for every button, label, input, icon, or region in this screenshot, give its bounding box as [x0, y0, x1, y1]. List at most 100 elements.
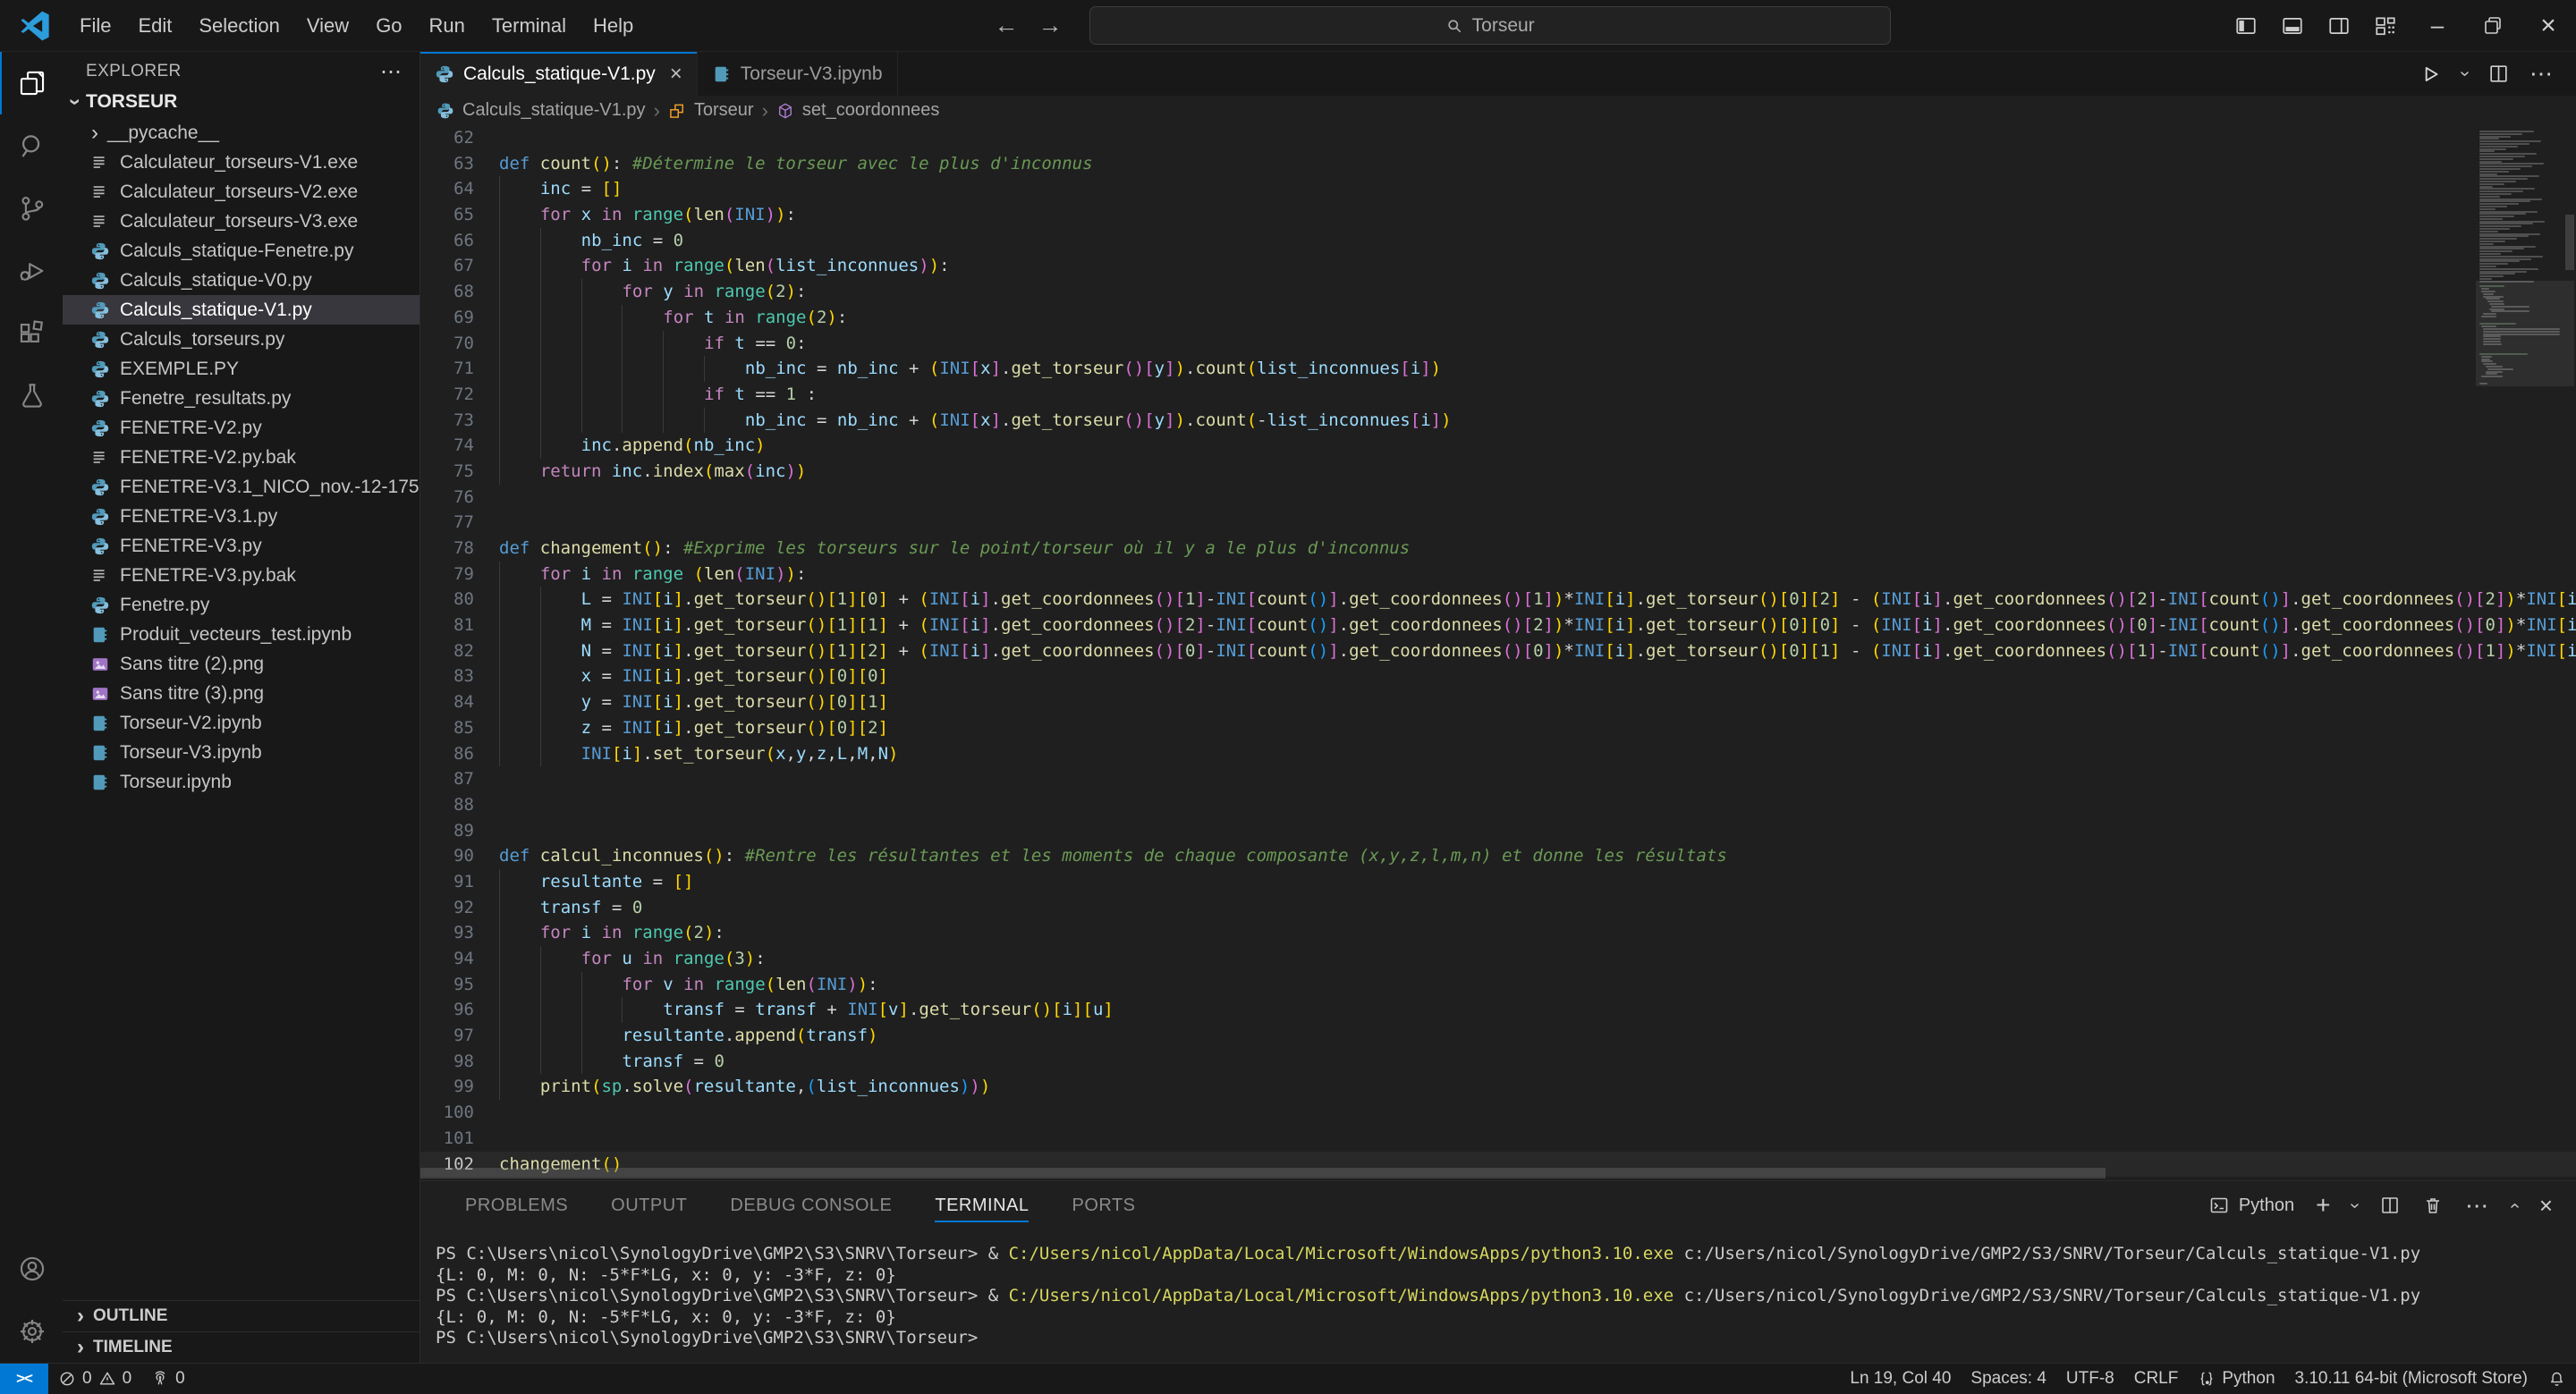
terminal-output[interactable]: PS C:\Users\nicol\SynologyDrive\GMP2\S3\…: [420, 1229, 2576, 1363]
code-line[interactable]: 89: [420, 818, 2576, 844]
menu-help[interactable]: Help: [580, 9, 647, 43]
file-item[interactable]: Calculateur_torseurs-V3.exe: [63, 207, 419, 236]
menu-selection[interactable]: Selection: [185, 9, 293, 43]
code-line[interactable]: 93 for i in range(2):: [420, 920, 2576, 946]
code-line[interactable]: 72 if t == 1 :: [420, 382, 2576, 408]
encoding[interactable]: UTF-8: [2056, 1364, 2124, 1394]
problems-status[interactable]: 0 0: [48, 1364, 141, 1394]
remote-indicator[interactable]: ><: [0, 1364, 48, 1394]
toggle-secondary-sidebar-icon[interactable]: [2327, 14, 2351, 38]
activity-accounts-icon[interactable]: [0, 1238, 63, 1300]
code-line[interactable]: 82 N = INI[i].get_torseur()[1][2] + (INI…: [420, 638, 2576, 664]
file-item[interactable]: Torseur-V3.ipynb: [63, 738, 419, 767]
file-item[interactable]: FENETRE-V2.py: [63, 413, 419, 443]
code-line[interactable]: 96 transf = transf + INI[v].get_torseur(…: [420, 997, 2576, 1023]
panel-tab-output[interactable]: OUTPUT: [611, 1181, 687, 1229]
activity-run-and-debug-icon[interactable]: [0, 240, 63, 302]
code-editor[interactable]: 6263def count(): #Détermine le torseur a…: [420, 125, 2576, 1180]
eol-sequence[interactable]: CRLF: [2124, 1364, 2189, 1394]
kill-terminal-icon[interactable]: [2422, 1195, 2444, 1216]
new-terminal-icon[interactable]: +: [2316, 1191, 2330, 1220]
code-line[interactable]: 62: [420, 125, 2576, 151]
indentation[interactable]: Spaces: 4: [1961, 1364, 2056, 1394]
run-dropdown-chevron-icon[interactable]: ›: [2454, 71, 2475, 77]
forward-icon[interactable]: →: [1035, 12, 1066, 39]
file-item[interactable]: Calculateur_torseurs-V2.exe: [63, 177, 419, 207]
code-line[interactable]: 68 for y in range(2):: [420, 279, 2576, 305]
cursor-position[interactable]: Ln 19, Col 40: [1840, 1364, 1961, 1394]
code-line[interactable]: 100: [420, 1100, 2576, 1126]
close-window-icon[interactable]: ×: [2521, 0, 2576, 51]
file-item[interactable]: Produit_vecteurs_test.ipynb: [63, 620, 419, 649]
code-line[interactable]: 90def calcul_inconnues(): #Rentre les ré…: [420, 843, 2576, 869]
panel-tab-terminal[interactable]: TERMINAL: [935, 1181, 1029, 1229]
minimize-icon[interactable]: –: [2410, 0, 2465, 51]
file-item[interactable]: FENETRE-V3.py.bak: [63, 561, 419, 590]
menu-edit[interactable]: Edit: [124, 9, 185, 43]
section-timeline[interactable]: ›TIMELINE: [63, 1331, 419, 1363]
code-line[interactable]: 67 for i in range(len(list_inconnues)):: [420, 253, 2576, 279]
file-item[interactable]: Fenetre_resultats.py: [63, 384, 419, 413]
editor-more-actions-icon[interactable]: ⋯: [2529, 60, 2555, 88]
code-line[interactable]: 83 x = INI[i].get_torseur()[0][0]: [420, 663, 2576, 689]
file-item[interactable]: FENETRE-V3.py: [63, 531, 419, 561]
file-item[interactable]: Sans titre (3).png: [63, 679, 419, 708]
file-item[interactable]: Calculs_statique-V1.py: [63, 295, 419, 325]
code-line[interactable]: 85 z = INI[i].get_torseur()[0][2]: [420, 715, 2576, 741]
code-line[interactable]: 78def changement(): #Exprime les torseur…: [420, 536, 2576, 562]
code-line[interactable]: 97 resultante.append(transf): [420, 1023, 2576, 1049]
menu-file[interactable]: File: [66, 9, 124, 43]
code-line[interactable]: 80 L = INI[i].get_torseur()[1][0] + (INI…: [420, 587, 2576, 613]
restore-icon[interactable]: [2465, 0, 2521, 51]
file-item[interactable]: Calculs_statique-Fenetre.py: [63, 236, 419, 266]
python-interpreter[interactable]: 3.10.11 64-bit (Microsoft Store): [2285, 1364, 2538, 1394]
horizontal-scrollbar[interactable]: [420, 1168, 2106, 1179]
tab-Calculs_statique-V1.py[interactable]: Calculs_statique-V1.py×: [420, 52, 698, 96]
activity-testing-icon[interactable]: [0, 365, 63, 427]
file-item[interactable]: FENETRE-V2.py.bak: [63, 443, 419, 472]
code-line[interactable]: 77: [420, 510, 2576, 536]
more-actions-icon[interactable]: ⋯: [380, 59, 403, 85]
tab-Torseur-V3.ipynb[interactable]: Torseur-V3.ipynb: [698, 52, 898, 96]
section-outline[interactable]: ›OUTLINE: [63, 1300, 419, 1331]
file-item[interactable]: Fenetre.py: [63, 590, 419, 620]
menu-run[interactable]: Run: [416, 9, 479, 43]
menu-go[interactable]: Go: [362, 9, 415, 43]
file-item[interactable]: Calculs_statique-V0.py: [63, 266, 419, 295]
code-line[interactable]: 101: [420, 1126, 2576, 1152]
close-tab-icon[interactable]: ×: [670, 62, 682, 87]
code-line[interactable]: 64 inc = []: [420, 176, 2576, 202]
back-icon[interactable]: ←: [991, 12, 1022, 39]
code-line[interactable]: 87: [420, 766, 2576, 792]
code-line[interactable]: 84 y = INI[i].get_torseur()[0][1]: [420, 689, 2576, 715]
code-line[interactable]: 91 resultante = []: [420, 869, 2576, 895]
code-line[interactable]: 63def count(): #Détermine le torseur ave…: [420, 151, 2576, 177]
close-panel-icon[interactable]: ×: [2539, 1192, 2553, 1220]
breadcrumb-item[interactable]: set_coordonnees: [802, 100, 939, 121]
code-line[interactable]: 86 INI[i].set_torseur(x,y,z,L,M,N): [420, 741, 2576, 767]
customize-layout-icon[interactable]: [2374, 14, 2397, 38]
file-item[interactable]: Torseur-V2.ipynb: [63, 708, 419, 738]
panel-tab-ports[interactable]: PORTS: [1072, 1181, 1135, 1229]
panel-tab-debug-console[interactable]: DEBUG CONSOLE: [730, 1181, 892, 1229]
file-item[interactable]: EXEMPLE.PY: [63, 354, 419, 384]
breadcrumb-item[interactable]: Calculs_statique-V1.py: [462, 100, 646, 121]
split-terminal-icon[interactable]: [2379, 1195, 2401, 1216]
code-line[interactable]: 71 nb_inc = nb_inc + (INI[x].get_torseur…: [420, 356, 2576, 382]
file-item[interactable]: Calculs_torseurs.py: [63, 325, 419, 354]
code-line[interactable]: 95 for v in range(len(INI)):: [420, 972, 2576, 998]
code-line[interactable]: 66 nb_inc = 0: [420, 228, 2576, 254]
code-line[interactable]: 79 for i in range (len(INI)):: [420, 562, 2576, 587]
command-center-search[interactable]: Torseur: [1089, 6, 1891, 45]
terminal-dropdown-chevron-icon[interactable]: ›: [2344, 1203, 2365, 1209]
code-line[interactable]: 98 transf = 0: [420, 1049, 2576, 1075]
maximize-panel-icon[interactable]: ›: [2504, 1203, 2525, 1209]
language-mode[interactable]: Python: [2188, 1364, 2284, 1394]
code-line[interactable]: 94 for u in range(3):: [420, 946, 2576, 972]
file-item[interactable]: FENETRE-V3.1_NICO_nov.-12-17553...: [63, 472, 419, 502]
activity-source-control-icon[interactable]: [0, 177, 63, 240]
code-line[interactable]: 69 for t in range(2):: [420, 305, 2576, 331]
folder-item[interactable]: ›__pycache__: [63, 118, 419, 148]
file-item[interactable]: Calculateur_torseurs-V1.exe: [63, 148, 419, 177]
notifications-bell-icon[interactable]: [2538, 1364, 2576, 1394]
